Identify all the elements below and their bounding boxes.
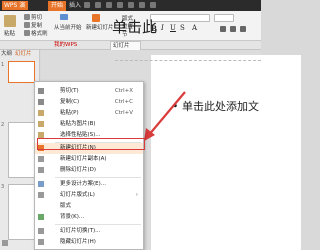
layout-icon — [38, 192, 44, 198]
annotation-arrow — [144, 91, 186, 141]
slide-canvas[interactable] — [151, 55, 301, 250]
slide-number: 3 — [1, 184, 5, 190]
tab-outline[interactable]: 大纲 — [1, 51, 12, 57]
context-menu: 剪切(T) Ctrl+X 复制(C) Ctrl+C 粘贴(P) Ctrl+V 粘… — [34, 81, 144, 250]
paste-icon[interactable] — [4, 15, 16, 27]
tab-slides[interactable]: 幻灯片 — [15, 51, 32, 57]
menu-item-layout[interactable]: 版式 — [35, 201, 143, 212]
menu-item-paste-as-picture[interactable]: 粘贴为图片(B) — [35, 119, 143, 130]
paste-picture-icon — [38, 121, 44, 127]
play-icon[interactable] — [60, 14, 68, 20]
cut-button[interactable]: 剪切 — [31, 13, 42, 21]
menu-separator — [55, 224, 141, 225]
title-bar: WPS 演示 开始 插入 — [0, 0, 261, 18]
tab-active-document[interactable]: 幻灯片 — [110, 41, 141, 50]
slide-number: 1 — [1, 62, 5, 68]
toolbar-icon[interactable] — [117, 2, 123, 8]
toolbar-icon[interactable] — [128, 2, 134, 8]
toolbar-icon[interactable] — [84, 2, 90, 8]
new-slide-button[interactable]: 新建幻灯片 — [86, 23, 114, 31]
menu-item-duplicate-slide[interactable]: 新建幻灯片副本(A) — [35, 154, 143, 165]
background-icon — [38, 214, 44, 220]
menu-separator — [55, 177, 141, 178]
format-painter-icon[interactable] — [24, 30, 30, 36]
copy-icon — [38, 99, 44, 105]
font-size-dropdown[interactable] — [214, 14, 234, 22]
slide-number: 2 — [1, 122, 5, 128]
toolbar-icon[interactable] — [106, 2, 112, 8]
italic-icon[interactable]: I — [161, 24, 164, 32]
menu-item-slide-layout[interactable]: 幻灯片版式(L) › — [35, 190, 143, 201]
toolbar-icon[interactable] — [95, 2, 101, 8]
align-icon[interactable] — [220, 26, 226, 32]
design-icon — [38, 181, 44, 187]
menu-item-more-designs[interactable]: 更多设计方案(E)... — [35, 179, 143, 190]
quick-access-icons — [84, 2, 244, 10]
menu-item-paste[interactable]: 粘贴(P) Ctrl+V — [35, 108, 143, 119]
menu-item-delete-slide[interactable]: 删除幻灯片(D) — [35, 165, 143, 176]
copy-button[interactable]: 复制 — [31, 21, 42, 29]
status-icon — [2, 240, 8, 246]
paste-icon — [38, 110, 44, 116]
tab-start[interactable]: 开始 — [48, 1, 67, 11]
toolbar-icon[interactable] — [150, 2, 156, 8]
app-menu-button[interactable]: WPS 演示 — [2, 1, 28, 18]
delete-slide-icon — [38, 167, 44, 173]
font-name-dropdown[interactable] — [150, 14, 210, 22]
format-painter-button[interactable]: 格式刷 — [31, 29, 48, 37]
menu-item-cut[interactable]: 剪切(T) Ctrl+X — [35, 86, 143, 97]
chevron-right-icon: › — [135, 192, 138, 198]
shadow-icon[interactable]: S — [180, 24, 185, 32]
menu-item-transition[interactable]: 幻灯片切换(T)... — [35, 226, 143, 237]
menu-item-hide-slide[interactable]: 隐藏幻灯片(H) — [35, 237, 143, 248]
tab-my-wps[interactable]: 我的WPS — [52, 41, 79, 50]
paste-button[interactable]: 粘贴 — [4, 29, 15, 37]
tab-insert[interactable]: 插入 — [66, 1, 84, 11]
slide-thumbnail-1[interactable] — [8, 61, 35, 83]
cut-icon — [38, 88, 44, 94]
slide-title-placeholder[interactable]: 单击此 — [112, 16, 157, 37]
hide-slide-icon — [38, 239, 44, 245]
align-icon[interactable] — [230, 26, 236, 32]
transition-icon — [38, 228, 44, 234]
align-icon[interactable] — [240, 26, 246, 32]
duplicate-slide-icon — [38, 156, 44, 162]
underline-icon[interactable]: U — [170, 24, 176, 32]
strikethrough-icon[interactable]: A — [192, 24, 197, 32]
toolbar-icon[interactable] — [139, 2, 145, 8]
document-tab-bar: 我的WPS 幻灯片 — [0, 41, 261, 50]
highlight-box — [37, 138, 145, 150]
slide-thumbnail-3[interactable] — [8, 184, 35, 240]
copy-icon[interactable] — [24, 22, 30, 28]
panel-tabs: 大纲 幻灯片 — [0, 50, 40, 59]
slide-thumbnail-2[interactable] — [8, 122, 35, 178]
menu-item-background[interactable]: 背景(K)... — [35, 212, 143, 223]
cut-icon[interactable] — [24, 14, 30, 20]
new-slide-icon[interactable] — [92, 14, 100, 22]
menu-item-copy[interactable]: 复制(C) Ctrl+C — [35, 97, 143, 108]
placeholder-border — [115, 60, 261, 61]
from-current-button[interactable]: 从当前开始 — [54, 23, 82, 31]
